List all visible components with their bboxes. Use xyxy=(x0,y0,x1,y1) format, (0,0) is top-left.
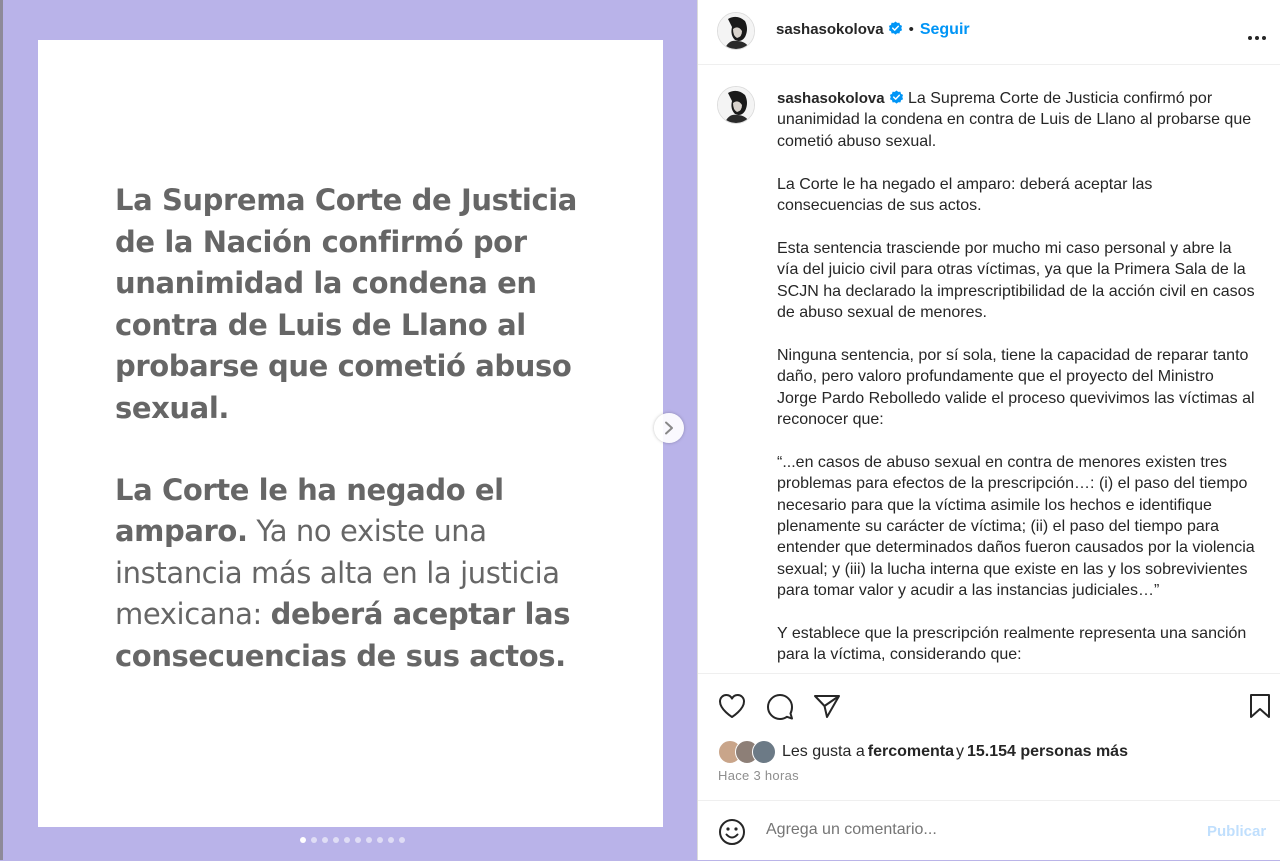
caption-paragraph: Esta sentencia trasciende por mucho mi c… xyxy=(777,239,1255,322)
header-separator: • xyxy=(908,21,914,38)
carousel-indicator xyxy=(300,837,405,843)
more-options-icon xyxy=(1248,36,1266,40)
header-username[interactable]: sashasokolova xyxy=(776,21,884,38)
likes-user-link[interactable]: fercomenta xyxy=(868,743,954,761)
post-timestamp[interactable]: Hace 3 horas xyxy=(718,768,799,783)
likes-connector: y xyxy=(955,743,964,760)
verified-badge-icon xyxy=(889,90,903,104)
chevron-right-icon xyxy=(665,421,673,435)
post-image-text: La Suprema Corte de Justicia de la Nació… xyxy=(115,180,615,678)
save-button[interactable] xyxy=(1249,693,1271,724)
post-media-area: La Suprema Corte de Justicia de la Nació… xyxy=(0,0,697,860)
carousel-dot xyxy=(333,837,339,843)
carousel-dot xyxy=(322,837,328,843)
liker-avatars[interactable] xyxy=(718,740,776,764)
post-image-slide: La Suprema Corte de Justicia de la Nació… xyxy=(38,40,663,827)
next-slide-button[interactable] xyxy=(654,413,684,443)
more-options-button[interactable] xyxy=(1247,28,1267,46)
avatar[interactable] xyxy=(717,12,755,50)
profile-photo-icon xyxy=(718,13,754,49)
likes-prefix: Les gusta a xyxy=(782,743,865,760)
caption-username[interactable]: sashasokolova xyxy=(777,90,885,107)
post-details-panel: sashasokolova • Seguir sashasokolova La Su… xyxy=(697,0,1280,860)
comment-bubble-icon xyxy=(767,694,793,720)
emoji-button[interactable] xyxy=(718,818,746,851)
caption-paragraph: “...en casos de abuso sexual en contra d… xyxy=(777,453,1255,600)
post-header: sashasokolova • Seguir xyxy=(698,0,1280,65)
paper-plane-icon xyxy=(814,695,840,718)
publish-button[interactable]: Publicar xyxy=(1207,823,1266,840)
carousel-dot xyxy=(377,837,383,843)
carousel-dot xyxy=(300,837,306,843)
carousel-dot xyxy=(355,837,361,843)
carousel-dot xyxy=(344,837,350,843)
heart-icon xyxy=(719,694,745,718)
post-actions: Les gusta a fercomenta y 15.154 personas… xyxy=(698,673,1280,801)
image-paragraph-1: La Suprema Corte de Justicia de la Nació… xyxy=(115,183,577,425)
carousel-dot xyxy=(366,837,372,843)
caption-paragraph: La Corte le ha negado el amparo: deberá … xyxy=(777,175,1153,215)
share-button[interactable] xyxy=(813,693,841,724)
bookmark-icon xyxy=(1250,694,1270,718)
caption-paragraph: Y establece que la prescripción realment… xyxy=(777,625,1247,664)
header-user-row: sashasokolova • Seguir xyxy=(776,21,970,39)
carousel-dot xyxy=(311,837,317,843)
caption-scroll-area[interactable]: sashasokolova La Suprema Corte de Justic… xyxy=(698,65,1280,673)
carousel-dot xyxy=(399,837,405,843)
verified-badge-icon xyxy=(888,21,902,35)
comment-bar: Publicar xyxy=(698,800,1280,861)
emoji-smiley-icon xyxy=(719,819,745,845)
window-edge xyxy=(0,0,3,860)
likes-summary: Les gusta a fercomenta y 15.154 personas… xyxy=(718,740,1128,764)
carousel-dot xyxy=(388,837,394,843)
caption-avatar[interactable] xyxy=(717,86,755,124)
like-button[interactable] xyxy=(718,693,746,724)
follow-button[interactable]: Seguir xyxy=(920,21,970,38)
caption-text: sashasokolova La Suprema Corte de Justic… xyxy=(777,88,1257,666)
likes-count-link[interactable]: 15.154 personas más xyxy=(967,743,1128,761)
comment-input[interactable] xyxy=(766,821,1166,839)
comment-button[interactable] xyxy=(766,693,794,726)
profile-photo-icon xyxy=(718,87,754,123)
liker-avatar xyxy=(752,740,776,764)
caption-paragraph: Ninguna sentencia, por sí sola, tiene la… xyxy=(777,346,1255,429)
